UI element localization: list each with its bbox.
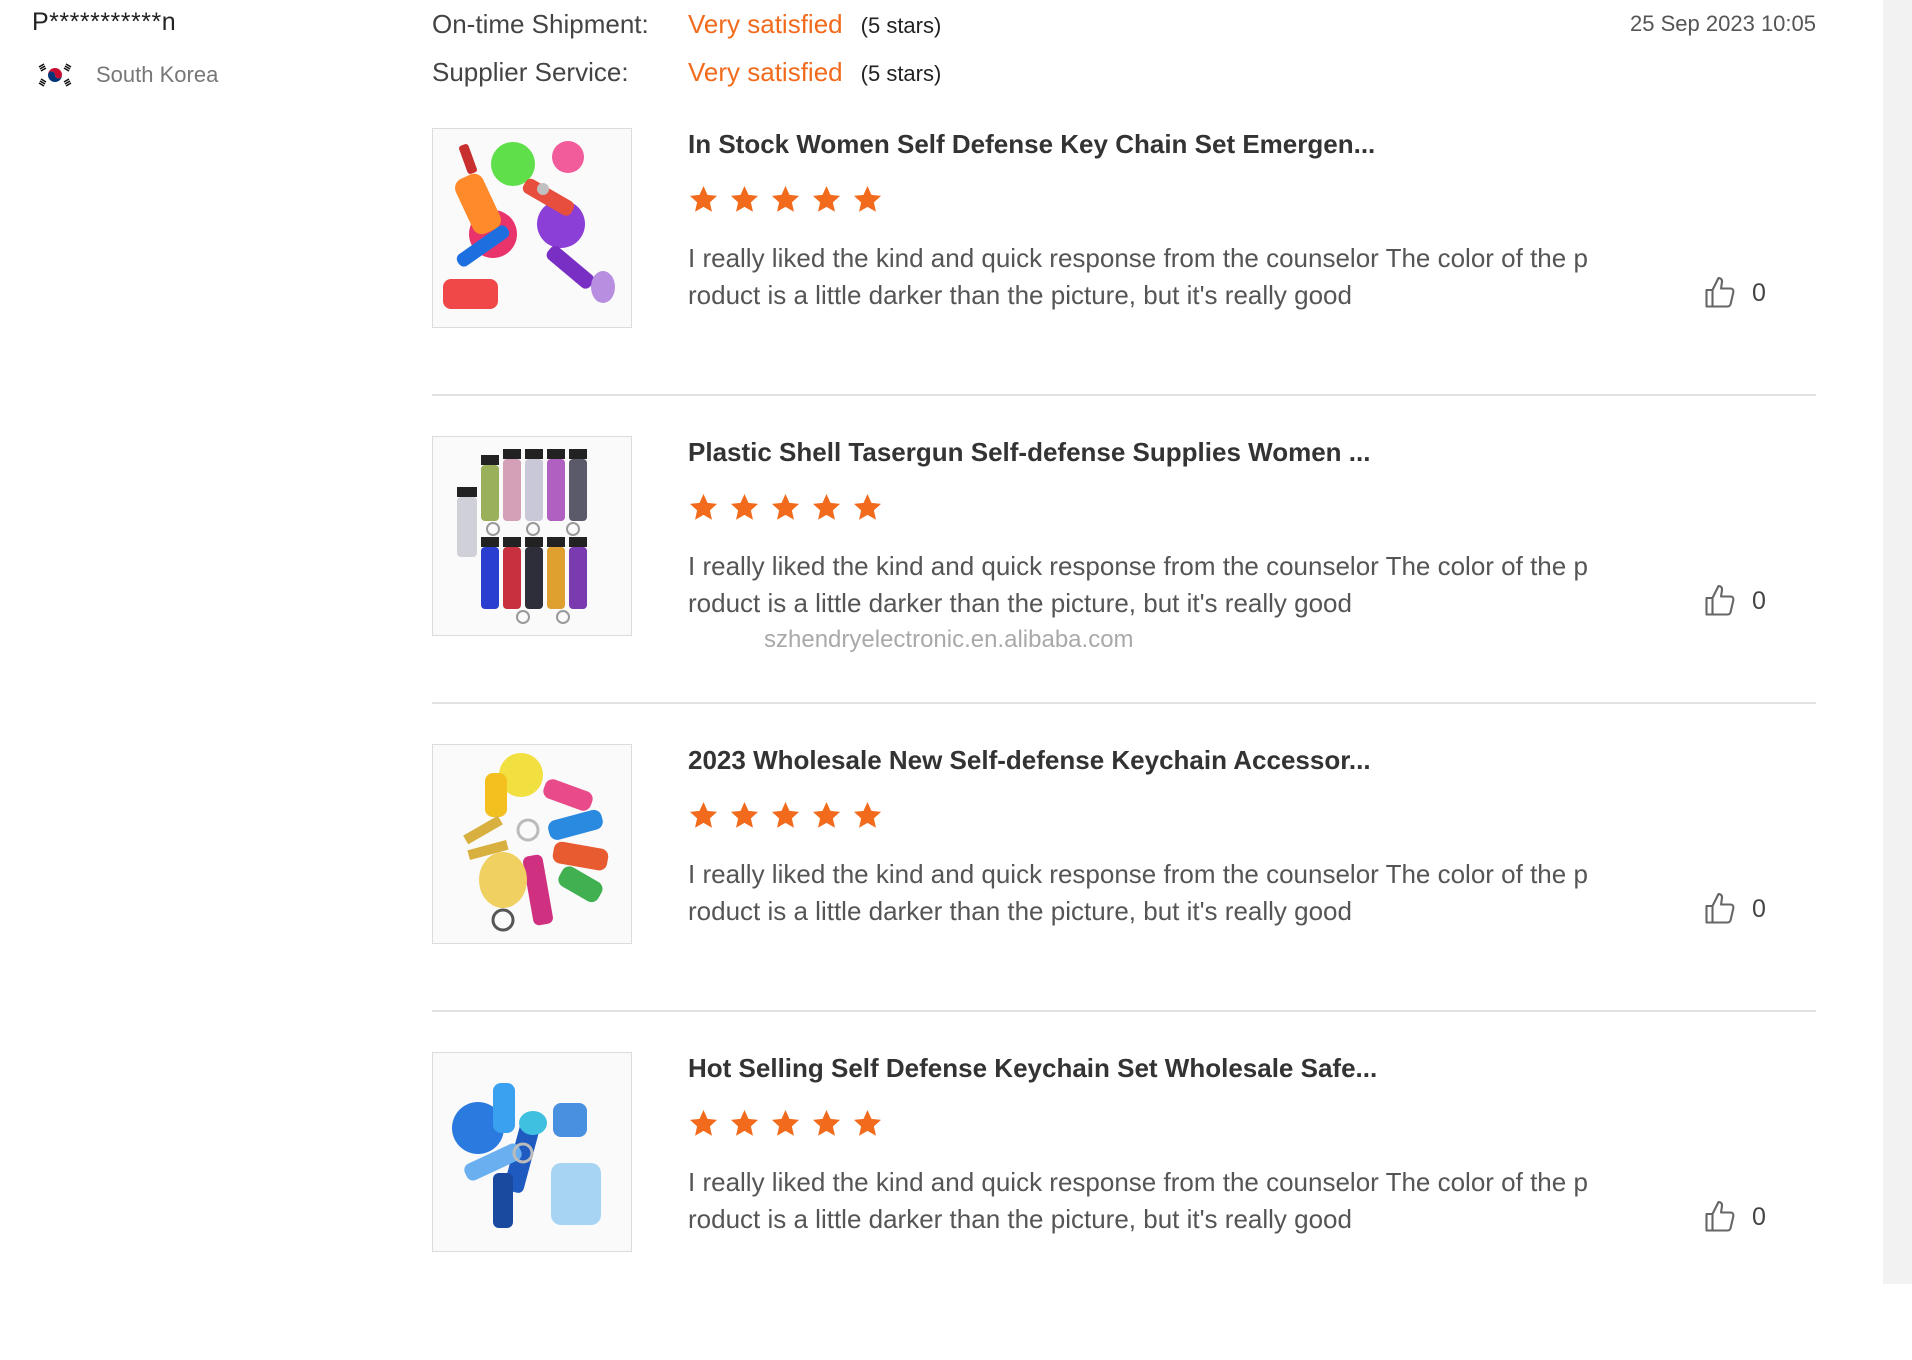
star-icon [853,801,882,828]
country-name: South Korea [96,62,219,87]
review-text: I really liked the kind and quick respon… [688,1167,1588,1234]
product-title-link[interactable]: In Stock Women Self Defense Key Chain Se… [688,128,1468,160]
rating-stars-text: (5 stars) [860,13,942,38]
product-star-rating [688,184,883,215]
star-icon [812,493,841,520]
rating-value: Very satisfied [688,9,843,39]
star-icon [853,185,882,212]
thumbs-up-icon [1705,276,1735,308]
colorful-keychain-set-image[interactable] [432,128,632,328]
reviews-list: In Stock Women Self Defense Key Chain Se… [432,128,1816,1360]
star-icon [730,185,759,212]
star-icon [812,1109,841,1136]
star-icon [771,801,800,828]
review-divider [432,394,1816,396]
like-count: 0 [1752,586,1766,615]
reviewer-country: South Korea [36,58,218,92]
rating-value: Very satisfied [688,57,843,87]
rating-label: Supplier Service: [432,57,629,87]
review-text: I really liked the kind and quick respon… [688,551,1588,618]
product-title-link[interactable]: 2023 Wholesale New Self-defense Keychain… [688,744,1468,776]
star-icon [812,801,841,828]
rating-label: On-time Shipment: [432,9,649,39]
rhinestone-spray-bottles-image[interactable] [432,436,632,636]
like-button[interactable]: 0 [1702,275,1766,311]
star-icon [689,185,718,212]
review-divider [432,702,1816,704]
star-icon [853,1109,882,1136]
scrollbar-track[interactable] [1883,0,1912,1284]
review-date: 25 Sep 2023 10:05 [1630,11,1816,36]
like-button[interactable]: 0 [1702,891,1766,927]
rating-stars-text: (5 stars) [860,61,942,86]
watermark-text: szhendryelectronic.en.alibaba.com [764,626,1134,653]
star-icon [689,1109,718,1136]
review-text: I really liked the kind and quick respon… [688,859,1588,926]
product-title-link[interactable]: Hot Selling Self Defense Keychain Set Wh… [688,1052,1468,1084]
product-title-link[interactable]: Plastic Shell Tasergun Self-defense Supp… [688,436,1468,468]
review-item: Plastic Shell Tasergun Self-defense Supp… [432,436,1816,744]
star-icon [730,1109,759,1136]
like-button[interactable]: 0 [1702,583,1766,619]
star-icon [853,493,882,520]
review-item: Hot Selling Self Defense Keychain Set Wh… [432,1052,1816,1360]
thumbs-up-icon [1705,584,1735,616]
review-text: I really liked the kind and quick respon… [688,243,1588,310]
south-korea-flag-icon [36,61,74,89]
star-icon [771,493,800,520]
tie-dye-keychain-set-image[interactable] [432,744,632,944]
review-divider [432,1010,1816,1012]
rating-supplier-service: Supplier Service: Very satisfied (5 star… [432,57,941,88]
star-icon [730,493,759,520]
thumbs-up-icon [1705,1200,1735,1232]
like-button[interactable]: 0 [1702,1199,1766,1235]
star-icon [771,1109,800,1136]
thumbs-up-icon [1705,892,1735,924]
reviewer-name: P***********n [32,8,177,36]
star-icon [771,185,800,212]
product-star-rating [688,1108,883,1139]
review-item: In Stock Women Self Defense Key Chain Se… [432,128,1816,436]
star-icon [812,185,841,212]
review-item: 2023 Wholesale New Self-defense Keychain… [432,744,1816,1052]
star-icon [689,801,718,828]
like-count: 0 [1752,278,1766,307]
blue-keychain-set-image[interactable] [432,1052,632,1252]
product-star-rating [688,800,883,831]
like-count: 0 [1752,1202,1766,1231]
rating-on-time-shipment: On-time Shipment: Very satisfied (5 star… [432,9,941,40]
product-star-rating [688,492,883,523]
star-icon [689,493,718,520]
like-count: 0 [1752,894,1766,923]
star-icon [730,801,759,828]
